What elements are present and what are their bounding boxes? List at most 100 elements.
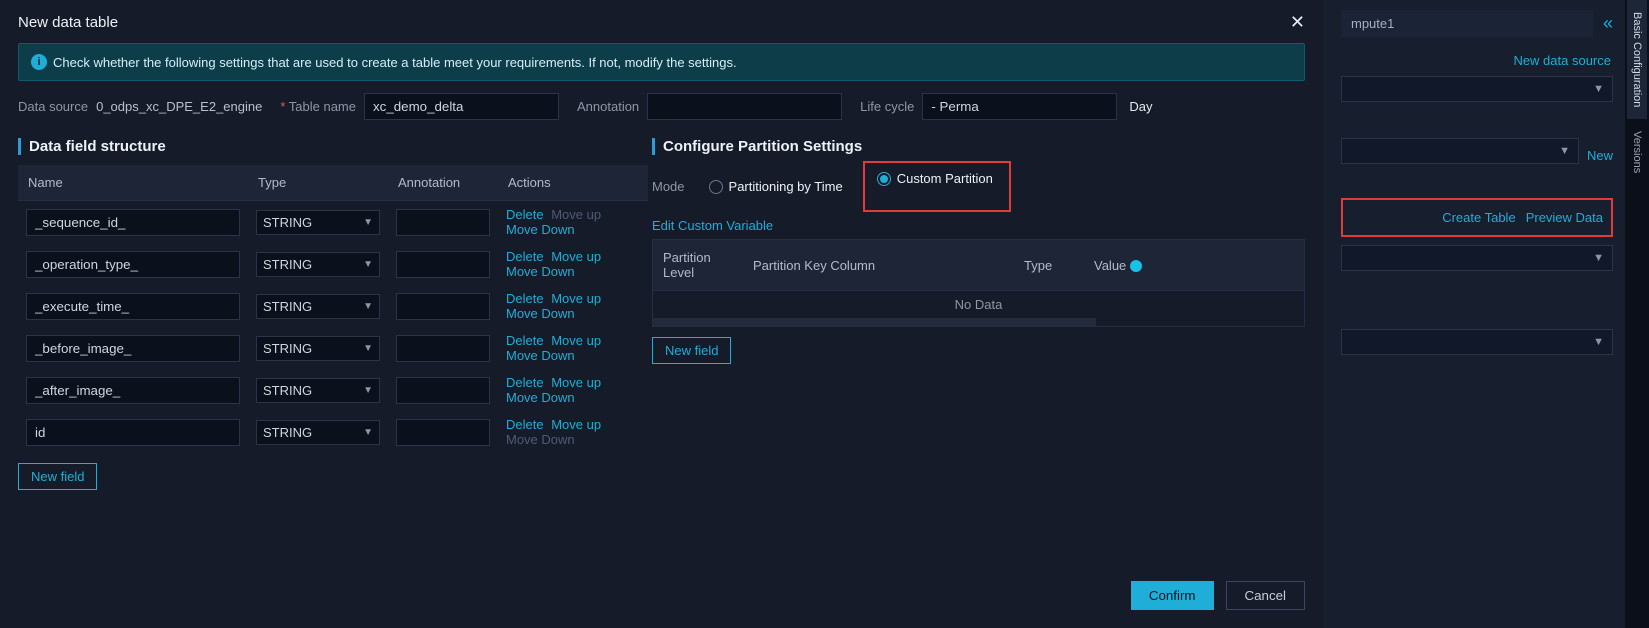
- table-row: STRING▼ Delete Move upMove Down: [18, 201, 648, 244]
- lifecycle-unit: Day: [1129, 99, 1152, 114]
- chevron-down-icon: ▼: [363, 427, 373, 438]
- delete-action[interactable]: Delete: [506, 375, 544, 390]
- field-annotation-input[interactable]: [396, 293, 490, 320]
- side-new-link[interactable]: New: [1587, 148, 1613, 163]
- col-type: Type: [248, 165, 388, 201]
- field-name-input[interactable]: [26, 419, 240, 446]
- move-down-action[interactable]: Move Down: [506, 390, 575, 405]
- new-data-source-link[interactable]: New data source: [1341, 53, 1611, 68]
- delete-action[interactable]: Delete: [506, 249, 544, 264]
- annotation-label: Annotation: [577, 99, 639, 114]
- confirm-button[interactable]: Confirm: [1131, 581, 1214, 610]
- field-annotation-input[interactable]: [396, 335, 490, 362]
- chevron-down-icon: ▼: [1559, 145, 1570, 157]
- move-up-action[interactable]: Move up: [551, 291, 601, 306]
- field-name-input[interactable]: [26, 251, 240, 278]
- pcol-value: Value: [1084, 240, 1304, 291]
- table-row: STRING▼Delete Move upMove Down: [18, 411, 648, 453]
- field-name-input[interactable]: [26, 293, 240, 320]
- fields-table: Name Type Annotation Actions STRING▼ Dele…: [18, 165, 648, 453]
- chevron-down-icon: ▼: [1593, 83, 1604, 95]
- pcol-type: Type: [1014, 240, 1084, 291]
- no-data-text: No Data: [653, 291, 1304, 319]
- lifecycle-input[interactable]: [922, 93, 1117, 120]
- close-icon[interactable]: ✕: [1290, 12, 1305, 33]
- modal-title: New data table: [18, 14, 118, 31]
- chevron-down-icon: ▼: [363, 259, 373, 270]
- side-dropdown-2[interactable]: ▼: [1341, 138, 1579, 164]
- move-up-action[interactable]: Move up: [551, 333, 601, 348]
- col-actions: Actions: [498, 165, 648, 201]
- compute-name: mpute1: [1341, 10, 1593, 37]
- field-name-input[interactable]: [26, 209, 240, 236]
- pcol-key: Partition Key Column: [743, 240, 1014, 291]
- info-icon: i: [31, 54, 47, 70]
- mode-custom-radio[interactable]: Custom Partition: [867, 165, 1007, 208]
- move-down-action[interactable]: Move Down: [506, 306, 575, 321]
- move-down-action[interactable]: Move Down: [506, 264, 575, 279]
- partition-new-field-button[interactable]: New field: [652, 337, 731, 364]
- annotation-input[interactable]: [647, 93, 842, 120]
- field-type-select[interactable]: STRING▼: [256, 378, 380, 403]
- table-row: STRING▼ Delete Move upMove Down: [18, 327, 648, 369]
- mode-time-radio[interactable]: Partitioning by Time: [701, 175, 851, 198]
- right-tab-rail: Basic Configuration Versions: [1625, 0, 1649, 628]
- field-type-select[interactable]: STRING▼: [256, 336, 380, 361]
- collapse-panel-icon[interactable]: «: [1603, 13, 1613, 34]
- field-annotation-input[interactable]: [396, 251, 490, 278]
- chevron-down-icon: ▼: [363, 343, 373, 354]
- chevron-down-icon: ▼: [363, 385, 373, 396]
- mode-time-label: Partitioning by Time: [729, 179, 843, 194]
- mode-label: Mode: [652, 179, 685, 194]
- col-annotation: Annotation: [388, 165, 498, 201]
- move-down-action[interactable]: Move Down: [506, 348, 575, 363]
- move-up-action[interactable]: Move up: [551, 417, 601, 432]
- mode-custom-label: Custom Partition: [897, 171, 993, 186]
- delete-action[interactable]: Delete: [506, 417, 544, 432]
- side-panel: mpute1 « New data source ▼ ▼ New Create …: [1323, 0, 1625, 628]
- new-field-button[interactable]: New field: [18, 463, 97, 490]
- tab-versions[interactable]: Versions: [1627, 119, 1647, 185]
- create-table-link[interactable]: Create Table: [1442, 210, 1515, 225]
- preview-data-link[interactable]: Preview Data: [1526, 210, 1603, 225]
- chevron-down-icon: ▼: [1593, 336, 1604, 348]
- partition-table: Partition Level Partition Key Column Typ…: [653, 240, 1304, 318]
- table-row: STRING▼ Delete Move upMove Down: [18, 243, 648, 285]
- delete-action[interactable]: Delete: [506, 333, 544, 348]
- edit-custom-variable-link[interactable]: Edit Custom Variable: [652, 218, 1305, 233]
- new-data-table-modal: New data table ✕ i Check whether the fol…: [0, 0, 1323, 628]
- table-actions-box: Create Table Preview Data: [1341, 198, 1613, 237]
- data-field-structure-title: Data field structure: [18, 138, 648, 155]
- field-type-select[interactable]: STRING▼: [256, 210, 380, 235]
- field-annotation-input[interactable]: [396, 419, 490, 446]
- delete-action[interactable]: Delete: [506, 291, 544, 306]
- tablename-input[interactable]: [364, 93, 559, 120]
- datasource-value: 0_odps_xc_DPE_E2_engine: [96, 99, 262, 114]
- field-name-input[interactable]: [26, 377, 240, 404]
- move-up-action[interactable]: Move up: [551, 249, 601, 264]
- field-annotation-input[interactable]: [396, 377, 490, 404]
- lifecycle-label: Life cycle: [860, 99, 914, 114]
- table-row: STRING▼ Delete Move upMove Down: [18, 285, 648, 327]
- side-dropdown-3[interactable]: ▼: [1341, 245, 1613, 271]
- partition-settings-title: Configure Partition Settings: [652, 138, 1305, 155]
- side-dropdown-1[interactable]: ▼: [1341, 76, 1613, 102]
- col-name: Name: [18, 165, 248, 201]
- field-type-select[interactable]: STRING▼: [256, 294, 380, 319]
- field-type-select[interactable]: STRING▼: [256, 252, 380, 277]
- value-help-icon[interactable]: [1130, 260, 1142, 272]
- field-name-input[interactable]: [26, 335, 240, 362]
- field-type-select[interactable]: STRING▼: [256, 420, 380, 445]
- delete-action[interactable]: Delete: [506, 207, 544, 222]
- move-up-action[interactable]: Move up: [551, 375, 601, 390]
- pcol-level: Partition Level: [653, 240, 743, 291]
- info-banner: i Check whether the following settings t…: [18, 43, 1305, 81]
- horizontal-scrollbar[interactable]: [653, 318, 1096, 326]
- field-annotation-input[interactable]: [396, 209, 490, 236]
- move-up-action: Move up: [551, 207, 601, 222]
- chevron-down-icon: ▼: [363, 217, 373, 228]
- tab-basic-configuration[interactable]: Basic Configuration: [1627, 0, 1647, 119]
- cancel-button[interactable]: Cancel: [1226, 581, 1306, 610]
- move-down-action[interactable]: Move Down: [506, 222, 575, 237]
- side-dropdown-4[interactable]: ▼: [1341, 329, 1613, 355]
